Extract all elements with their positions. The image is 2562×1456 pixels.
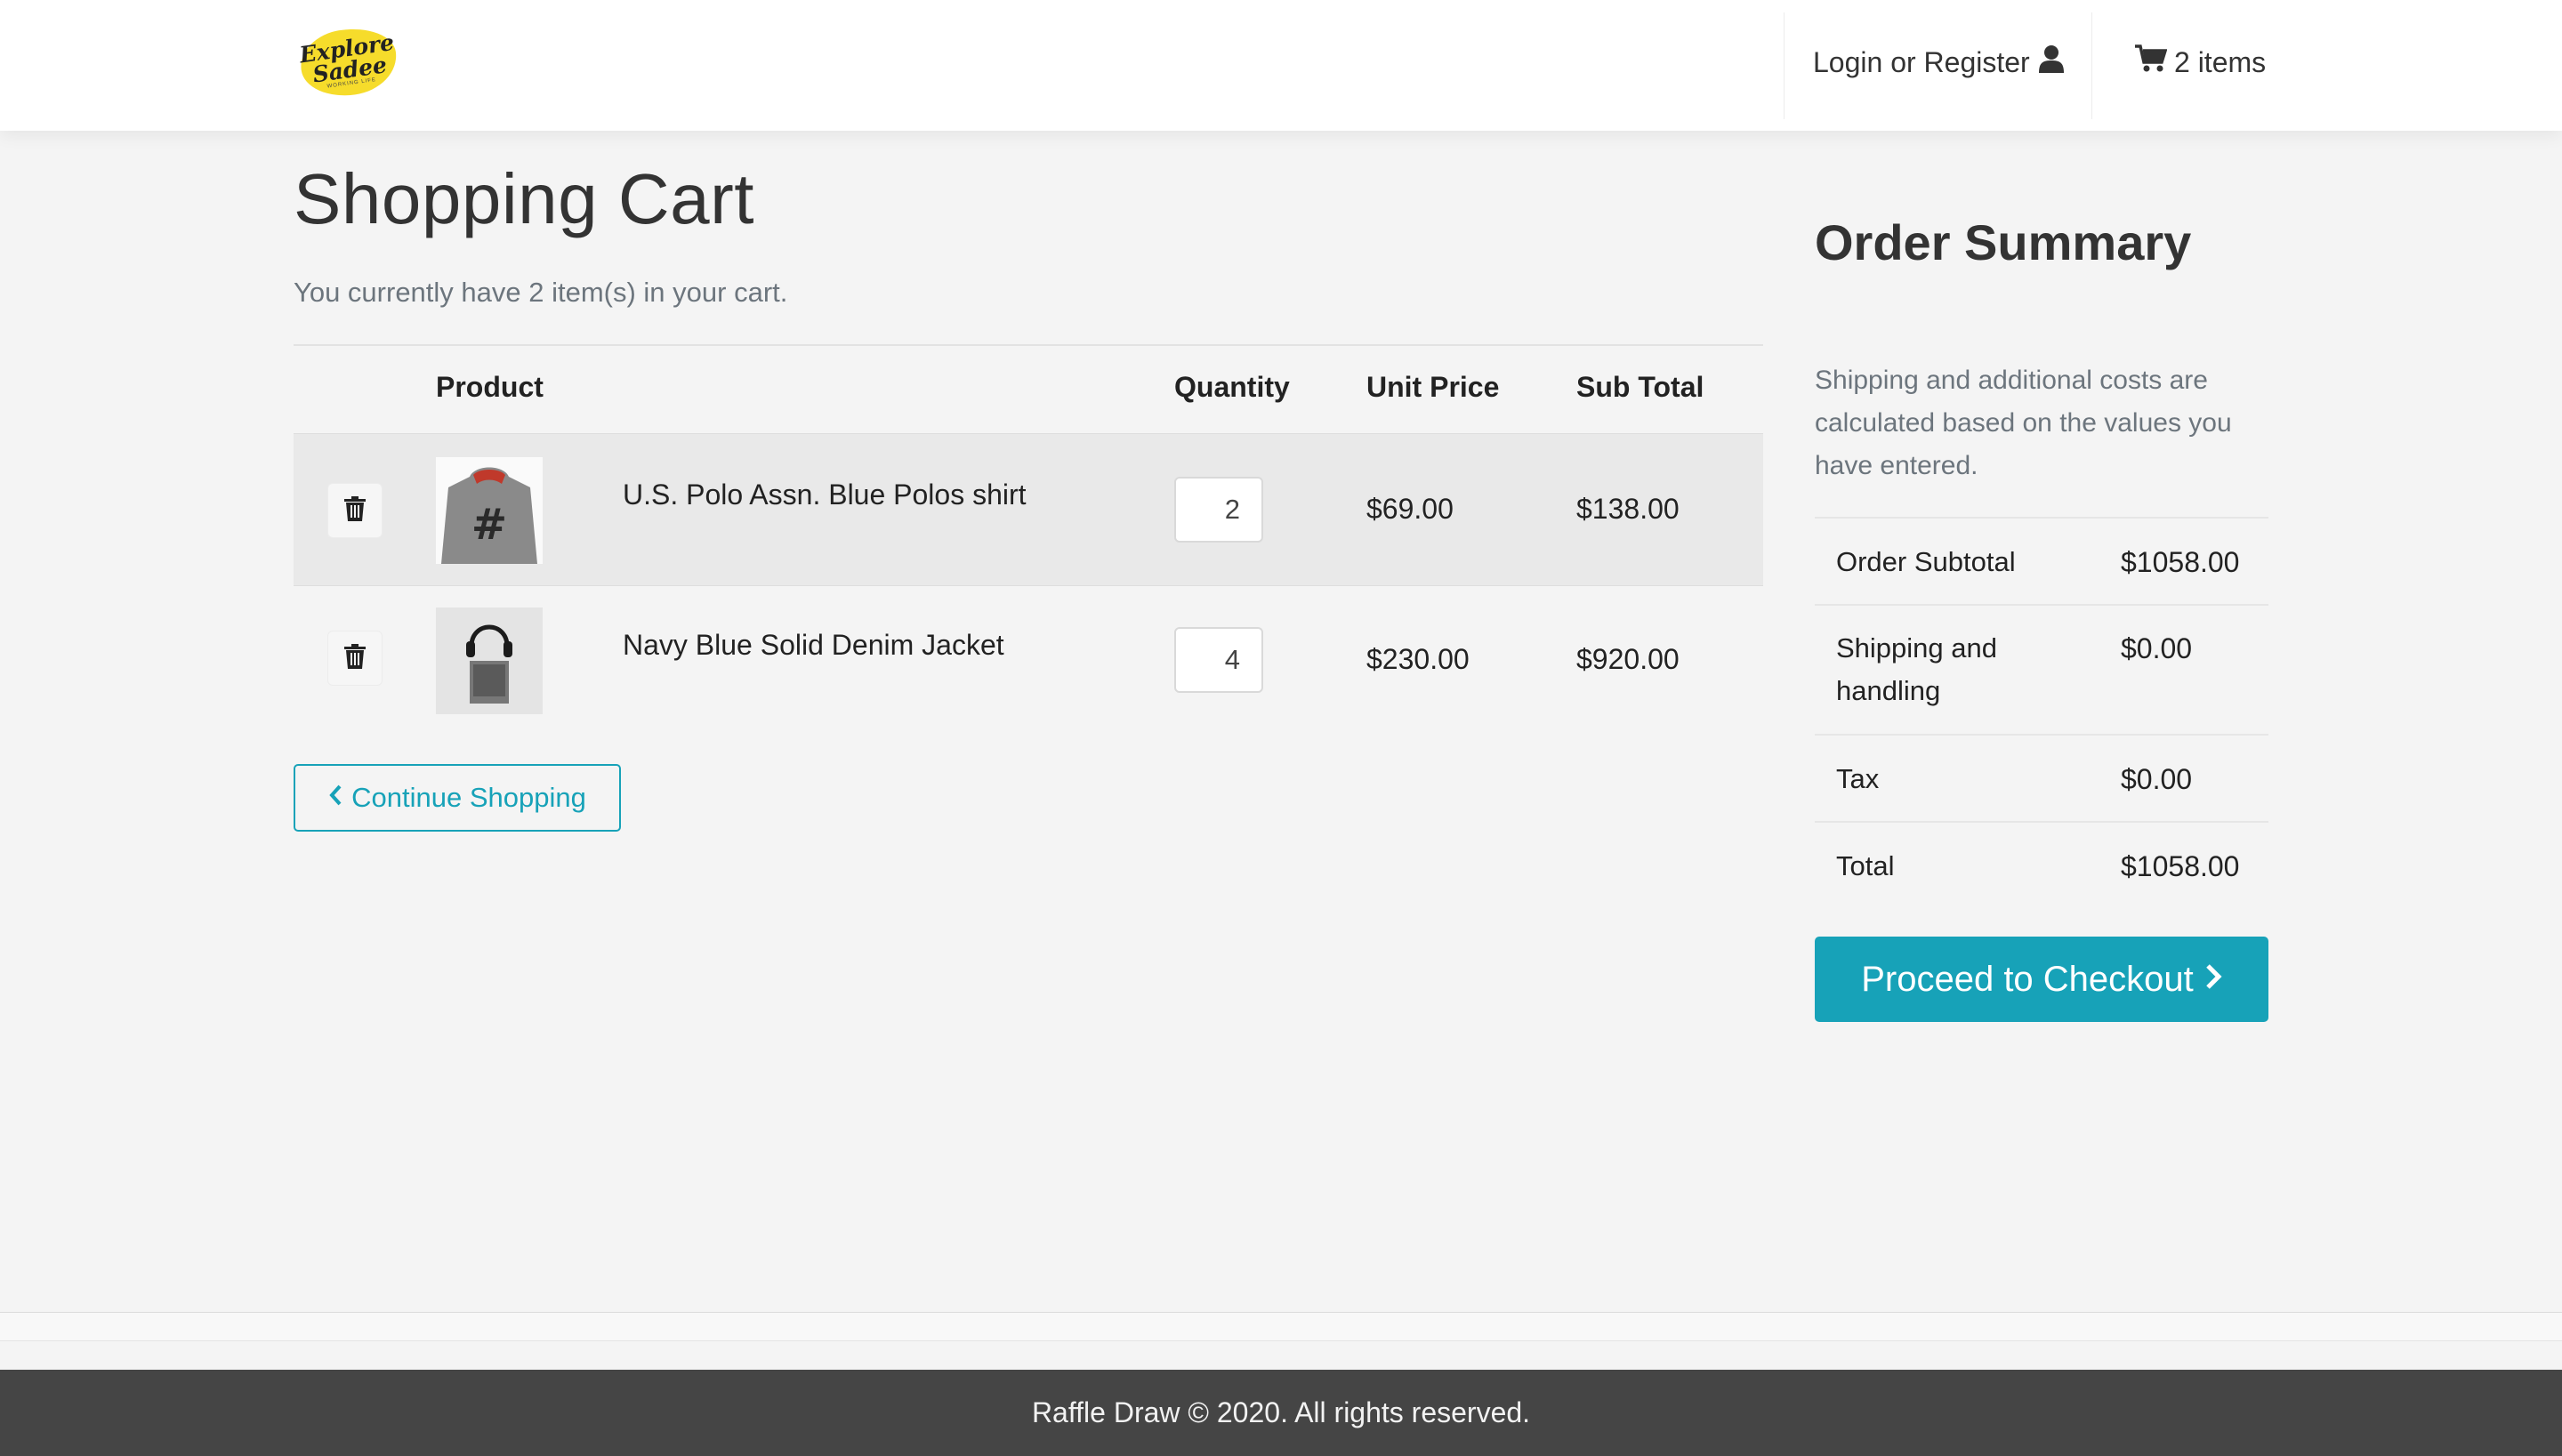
proceed-to-checkout-button[interactable]: Proceed to Checkout: [1815, 937, 2268, 1022]
cart-table: Product Quantity Unit Price Sub Total # …: [294, 344, 1763, 737]
chevron-left-icon: [328, 782, 342, 814]
column-header-sub-total: Sub Total: [1576, 371, 1704, 403]
cart-count-label: 2 items: [2174, 45, 2267, 78]
summary-label: Shipping and handling: [1836, 632, 1997, 706]
trash-icon: [344, 495, 366, 526]
summary-label: Total: [1836, 850, 1895, 881]
column-header-unit-price: Unit Price: [1366, 371, 1500, 403]
table-header: Product Quantity Unit Price Sub Total: [294, 346, 1763, 433]
summary-value: $1058.00: [2121, 850, 2240, 882]
order-summary-table: Order Subtotal $1058.00 Shipping and han…: [1815, 517, 2268, 908]
site-logo[interactable]: Explore Sadee WORKING LIFE: [296, 22, 401, 102]
column-header-quantity: Quantity: [1174, 371, 1290, 403]
summary-label: Tax: [1836, 763, 1880, 794]
summary-label: Order Subtotal: [1836, 546, 2016, 577]
cart-link[interactable]: 2 items: [2135, 43, 2266, 82]
checkout-label: Proceed to Checkout: [1861, 959, 2194, 999]
chevron-right-icon: [2204, 960, 2222, 1000]
continue-shopping-label: Continue Shopping: [351, 782, 586, 813]
sub-total: $138.00: [1576, 493, 1680, 525]
login-register-label: Login or Register: [1813, 45, 2030, 78]
order-summary-title: Order Summary: [1815, 214, 2192, 270]
summary-row-total: Total $1058.00: [1815, 821, 2268, 908]
nav-divider: [1784, 12, 1785, 119]
user-icon: [2038, 44, 2064, 80]
svg-text:#: #: [471, 500, 507, 550]
unit-price: $69.00: [1366, 493, 1454, 525]
product-name[interactable]: U.S. Polo Assn. Blue Polos shirt: [623, 479, 1027, 511]
login-register-link[interactable]: Login or Register: [1813, 43, 2064, 82]
column-header-product: Product: [436, 371, 544, 403]
order-summary-note: Shipping and additional costs are calcul…: [1815, 366, 2232, 480]
site-header: Explore Sadee WORKING LIFE Login or Regi…: [0, 0, 2562, 131]
quantity-input[interactable]: [1174, 477, 1263, 543]
continue-shopping-button[interactable]: Continue Shopping: [294, 764, 621, 832]
cart-count-text: You currently have 2 item(s) in your car…: [294, 277, 788, 308]
quantity-input[interactable]: [1174, 627, 1263, 693]
summary-value: $1058.00: [2121, 546, 2240, 578]
divider: [0, 1313, 2562, 1341]
summary-row-shipping: Shipping and handling $0.00: [1815, 604, 2268, 734]
table-row: # U.S. Polo Assn. Blue Polos shirt $69.0…: [294, 433, 1763, 585]
delete-item-button[interactable]: [327, 631, 383, 686]
unit-price: $230.00: [1366, 643, 1470, 675]
summary-value: $0.00: [2121, 632, 2193, 664]
sub-total: $920.00: [1576, 643, 1680, 675]
summary-row-subtotal: Order Subtotal $1058.00: [1815, 517, 2268, 604]
shopping-cart-icon: [2135, 44, 2168, 80]
footer-copyright: Raffle Draw © 2020. All rights reserved.: [1031, 1396, 1531, 1428]
product-image-hoodie[interactable]: #: [436, 457, 543, 564]
summary-value: $0.00: [2121, 763, 2193, 795]
product-image-bag[interactable]: [436, 607, 543, 714]
delete-item-button[interactable]: [327, 483, 383, 538]
table-row: Navy Blue Solid Denim Jacket $230.00 $92…: [294, 585, 1763, 737]
nav-divider: [2091, 12, 2092, 119]
trash-icon: [344, 643, 366, 673]
site-footer: Raffle Draw © 2020. All rights reserved.: [0, 1370, 2562, 1456]
product-name[interactable]: Navy Blue Solid Denim Jacket: [623, 629, 1004, 662]
page-title: Shopping Cart: [294, 159, 754, 238]
summary-row-tax: Tax $0.00: [1815, 734, 2268, 821]
